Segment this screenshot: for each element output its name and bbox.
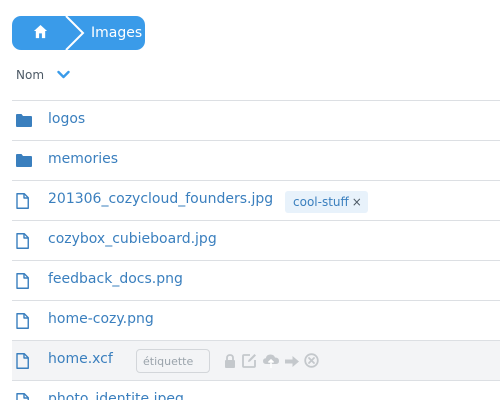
lock-icon[interactable] [224, 353, 236, 372]
file-name-link[interactable]: feedback_docs.png [48, 271, 183, 287]
file-name-link[interactable]: home.xcf [48, 351, 113, 367]
file-icon [16, 313, 29, 329]
file-icon [16, 233, 29, 249]
file-manager: Images Nom logos memories 201306_cozyclo… [0, 0, 500, 400]
file-row[interactable]: home.xcf [12, 340, 500, 380]
file-row[interactable]: photo_identite.jpeg [12, 380, 500, 400]
folder-row[interactable]: memories [12, 140, 500, 180]
file-name-link[interactable]: home-cozy.png [48, 311, 154, 327]
file-name-link[interactable]: memories [48, 151, 118, 167]
sort-label: Nom [16, 68, 45, 82]
home-icon [33, 24, 48, 39]
file-icon [16, 193, 29, 209]
folder-row[interactable]: logos [12, 100, 500, 140]
file-list: logos memories 201306_cozycloud_founders… [12, 100, 500, 400]
cloud-upload-icon[interactable] [262, 353, 280, 372]
file-icon [16, 353, 29, 369]
tag-badge: cool-stuff × [285, 191, 368, 213]
breadcrumb: Images [12, 16, 145, 50]
breadcrumb-home[interactable] [12, 16, 66, 50]
file-icon [16, 393, 29, 400]
chevron-down-icon[interactable] [57, 70, 70, 80]
file-row[interactable]: cozybox_cubieboard.jpg [12, 220, 500, 260]
file-row[interactable]: 201306_cozycloud_founders.jpg cool-stuff × [12, 180, 500, 220]
file-row[interactable]: feedback_docs.png [12, 260, 500, 300]
file-name-link[interactable]: cozybox_cubieboard.jpg [48, 231, 217, 247]
delete-circle-icon[interactable] [304, 353, 319, 372]
file-name-link[interactable]: logos [48, 111, 85, 127]
edit-icon[interactable] [242, 353, 257, 372]
breadcrumb-current[interactable]: Images [91, 16, 142, 50]
move-arrow-icon[interactable] [284, 353, 300, 372]
file-row[interactable]: home-cozy.png [12, 300, 500, 340]
breadcrumb-separator [65, 16, 85, 50]
tag-label: cool-stuff [293, 195, 349, 209]
folder-icon [16, 154, 32, 167]
file-name-link[interactable]: photo_identite.jpeg [48, 391, 184, 400]
tag-remove-icon[interactable]: × [352, 195, 362, 209]
folder-icon [16, 114, 32, 127]
file-name-link[interactable]: 201306_cozycloud_founders.jpg [48, 191, 273, 207]
tag-input[interactable] [136, 349, 210, 373]
file-icon [16, 273, 29, 289]
